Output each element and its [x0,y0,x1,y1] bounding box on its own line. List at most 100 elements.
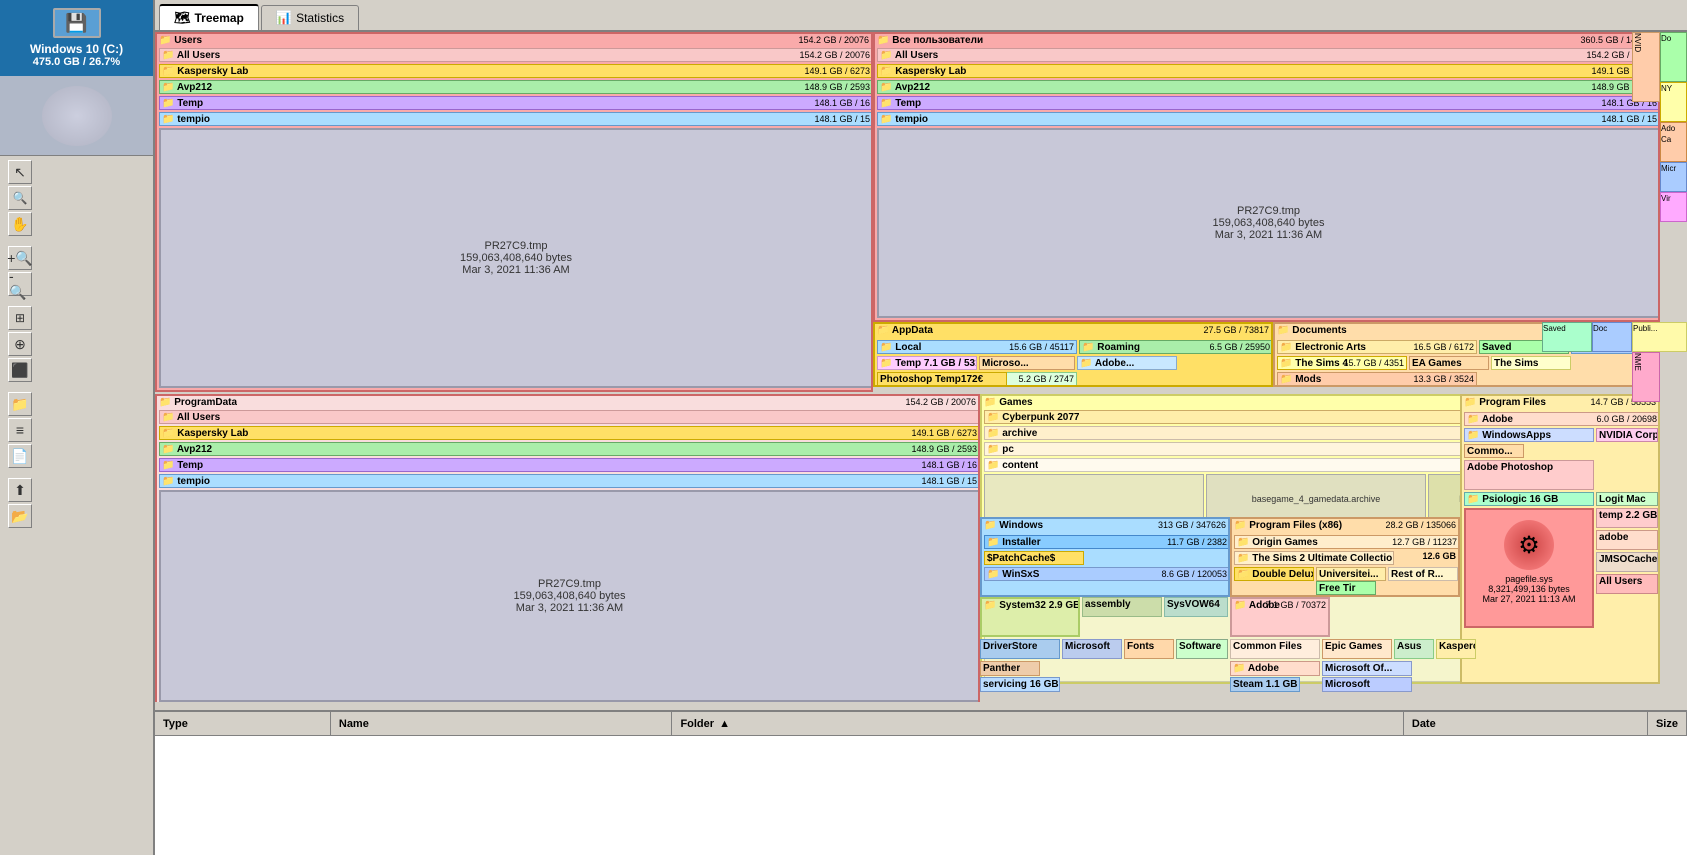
adobe-sub-row2[interactable]: 📁 Adobe [1230,661,1320,676]
grid-tool[interactable]: ⊞ [8,306,32,330]
sims4-row[interactable]: 📁 The Sims 4 15.7 GB / 4351 [1277,356,1407,370]
pf-adobe-row[interactable]: 📁 Adobe 6.0 GB / 20698 [1464,412,1660,426]
university-row[interactable]: Universitei... [1316,567,1386,581]
pagefile-icon-area[interactable]: ⚙ pagefile.sys8,321,499,136 bytesMar 27,… [1464,508,1594,628]
pr27c9-file-left[interactable]: PR27C9.tmp159,063,408,640 bytesMar 3, 20… [159,128,873,388]
zoom-out-tool[interactable]: -🔍 [8,272,32,296]
fonts-cell[interactable]: Fonts [1124,639,1174,659]
folder-add-tool[interactable]: 📂 [8,504,32,528]
ny-strip[interactable]: NY [1660,82,1687,122]
logit-row[interactable]: Logit Mac [1596,492,1658,506]
adobe-section[interactable]: 📁 Adobe 7.1 GB / 70372 [1230,597,1330,637]
pd-pr27c9[interactable]: PR27C9.tmp159,063,408,640 bytesMar 3, 20… [159,490,980,702]
winsxs-row[interactable]: 📁 WinSxS 8.6 GB / 120053 [984,567,1230,581]
col-name[interactable]: Name [331,712,673,735]
kasperc-cell[interactable]: Kasperc [1436,639,1476,659]
adobe-sub[interactable]: 📁 Adobe... [1077,356,1177,370]
pd-all-users[interactable]: 📁 All Users [159,410,980,424]
psiologic-row[interactable]: 📁 Psiologic 16 GB [1464,492,1594,506]
tempio-row[interactable]: 📁 tempio 148.1 GB / 15 [159,112,873,126]
free-tir[interactable]: Free Tir [1316,581,1376,595]
tab-treemap[interactable]: 🗺 Treemap [159,4,259,30]
adobe-photoshop-row[interactable]: Adobe Photoshop [1464,460,1594,490]
nvidia-strip-top[interactable]: NVID [1632,32,1660,102]
nvidia-bottom-right[interactable]: NME [1632,352,1660,402]
hand-tool[interactable]: ✋ [8,212,32,236]
appdata-section[interactable]: 📁 AppData 27.5 GB / 73817 📁 Local 15.6 G… [873,322,1273,387]
pr27c9-file-right[interactable]: PR27C9.tmp159,063,408,640 bytesMar 3, 20… [877,128,1660,318]
pages-tool[interactable]: 📄 [8,444,32,468]
sims-sub[interactable]: The Sims [1491,356,1571,370]
vse-all-users[interactable]: 📁 All Users 154.2 GB / 20076 [877,48,1660,62]
vse-tempio[interactable]: 📁 tempio 148.1 GB / 15 [877,112,1660,126]
microsoft-of-cell[interactable]: Microsoft Of... [1322,661,1412,676]
roaming-row[interactable]: 📁 Roaming 6.5 GB / 25950 [1079,340,1273,354]
avp-row[interactable]: 📁 Avp212 148.9 GB / 2593 [159,80,873,94]
origin-games-row[interactable]: 📁 Origin Games 12.7 GB / 11237 [1234,535,1460,549]
jmsocache-row[interactable]: JMSOCache [1596,552,1658,572]
photoshop-temp[interactable]: Photoshop Temp172€ [877,372,1007,386]
ea-row[interactable]: 📁 Electronic Arts 16.5 GB / 6172 [1277,340,1477,354]
vse-kaspersky[interactable]: 📁 Kaspersky Lab 149.1 GB / 6273 [877,64,1660,78]
steam-cell[interactable]: Steam 1.1 GB [1230,677,1300,692]
do-strip[interactable]: Do [1660,32,1687,82]
treemap-container[interactable]: 📁 Users 154.2 GB / 20076 📁 All Users 154… [155,32,1687,710]
eagames-row[interactable]: EA Games [1409,356,1489,370]
pd-tempio[interactable]: 📁 tempio 148.1 GB / 15 [159,474,980,488]
patchcache-row[interactable]: $PatchCache$ [984,551,1084,565]
epic-games-cell[interactable]: Epic Games [1322,639,1392,659]
kaspersky-row[interactable]: 📁 Kaspersky Lab 149.1 GB / 6273 [159,64,873,78]
microsoft-row[interactable]: Microso... [979,356,1075,370]
sims2-row[interactable]: 📁 The Sims 2 Ultimate Collectio [1234,551,1394,565]
users-section[interactable]: 📁 Users 154.2 GB / 20076 📁 All Users 154… [155,32,873,392]
pf-section[interactable]: 📁 Program Files 14.7 GB / 58553 📁 Adobe … [1460,394,1660,684]
tab-statistics[interactable]: 📊 Statistics [261,5,359,30]
saved-doc-strip[interactable]: Saved [1542,322,1592,352]
all-users-row[interactable]: 📁 All Users 154.2 GB / 20076 [159,48,873,62]
system32-section[interactable]: 📁 System32 2.9 GB [980,597,1080,637]
microsoft-sys-cell[interactable]: Microsoft [1062,639,1122,659]
col-type[interactable]: Type [155,712,331,735]
driverstore-cell[interactable]: DriverStore [980,639,1060,659]
vse-polzovateli-section[interactable]: 📁 Все пользователи 360.5 GB / 145419 📁 A… [873,32,1660,322]
syswow64-cell[interactable]: SysVOW64 [1164,597,1228,617]
pd-avp[interactable]: 📁 Avp212 148.9 GB / 2593 [159,442,980,456]
temp-row[interactable]: 📁 Temp 148.1 GB / 16 [159,96,873,110]
installer-row[interactable]: 📁 Installer 11.7 GB / 2382 [984,535,1230,549]
flag-folder-tool[interactable]: 📁 [8,392,32,416]
common-row[interactable]: Commo... [1464,444,1524,458]
programdata-section[interactable]: 📁 ProgramData 154.2 GB / 20076 📁 All Use… [155,394,980,702]
stop-tool[interactable]: ⬛ [8,358,32,382]
pd-kaspersky[interactable]: 📁 Kaspersky Lab 149.1 GB / 6273 [159,426,980,440]
microsoft-bottom-cell[interactable]: Microsoft [1322,677,1412,692]
vse-avp[interactable]: 📁 Avp212 148.9 GB / 2593 [877,80,1660,94]
winapps-row[interactable]: 📁 WindowsApps [1464,428,1594,442]
list-tool[interactable]: ≡ [8,418,32,442]
col-size[interactable]: Size [1648,712,1687,735]
pf-x86-section[interactable]: 📁 Program Files (x86) 28.2 GB / 135066 📁… [1230,517,1460,597]
ado-ca-strip[interactable]: Ado Ca [1660,122,1687,162]
vir-strip[interactable]: Vir [1660,192,1687,222]
drive-info[interactable]: 💾 Windows 10 (C:) 475.0 GB / 26.7% [0,0,153,76]
folder-up-tool[interactable]: ⬆ [8,478,32,502]
col-date[interactable]: Date [1404,712,1648,735]
col-folder[interactable]: Folder ▲ [672,712,1403,735]
micr-strip[interactable]: Micr [1660,162,1687,192]
nvidia-corp-row[interactable]: NVIDIA Corp... [1596,428,1658,442]
pf-allusers-bottom[interactable]: All Users [1596,574,1658,594]
panther-cell[interactable]: Panther [980,661,1040,676]
public-cell[interactable]: Publi... [1632,322,1687,352]
select-tool[interactable]: ↖ [8,160,32,184]
rest-row[interactable]: Rest of R... [1388,567,1458,581]
servicing-cell[interactable]: servicing 16 GB [980,677,1060,692]
vse-temp[interactable]: 📁 Temp 148.1 GB / 16 [877,96,1660,110]
adobe-sub2-row[interactable]: adobe [1596,530,1658,550]
app-temp-row[interactable]: 📁 Temp 7.1 GB / 531 [877,356,977,370]
windows-section[interactable]: 📁 Windows 313 GB / 347626 📁 Installer 11… [980,517,1230,597]
software-cell[interactable]: Software [1176,639,1228,659]
asus-cell[interactable]: Asus [1394,639,1434,659]
common-files-cell[interactable]: Common Files [1230,639,1320,659]
assembly-cell[interactable]: assembly [1082,597,1162,617]
double-deluxe[interactable]: 📁 Double Deluxe [1234,567,1314,581]
crosshair-tool[interactable]: ⊕ [8,332,32,356]
